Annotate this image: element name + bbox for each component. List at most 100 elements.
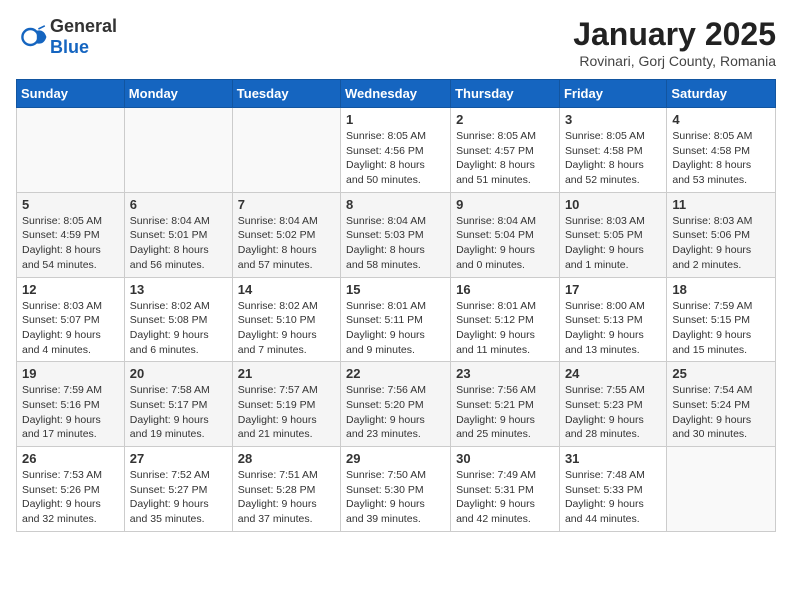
calendar-cell: 25 Sunrise: 7:54 AM Sunset: 5:24 PM Dayli… (667, 362, 776, 447)
calendar-cell: 4 Sunrise: 8:05 AM Sunset: 4:58 PM Daylig… (667, 108, 776, 193)
calendar-body: 1 Sunrise: 8:05 AM Sunset: 4:56 PM Daylig… (17, 108, 776, 532)
logo-blue-text: Blue (50, 37, 89, 57)
calendar-cell: 13Sunrise: 8:02 AM Sunset: 5:08 PM Dayli… (124, 277, 232, 362)
calendar-cell: 5Sunrise: 8:05 AM Sunset: 4:59 PM Daylig… (17, 192, 125, 277)
day-number: 16 (456, 282, 554, 297)
calendar-cell: 27 Sunrise: 7:52 AM Sunset: 5:27 PM Dayli… (124, 447, 232, 532)
calendar-week-3: 12Sunrise: 8:03 AM Sunset: 5:07 PM Dayli… (17, 277, 776, 362)
day-info: Sunrise: 8:02 AM Sunset: 5:08 PM Dayligh… (130, 299, 227, 358)
day-info: Sunrise: 7:55 AM Sunset: 5:23 PM Dayligh… (565, 383, 661, 442)
calendar-cell: 20Sunrise: 7:58 AM Sunset: 5:17 PM Dayli… (124, 362, 232, 447)
day-number: 17 (565, 282, 661, 297)
calendar-cell: 19 Sunrise: 7:59 AM Sunset: 5:16 PM Dayli… (17, 362, 125, 447)
day-info: Sunrise: 7:59 AM Sunset: 5:16 PM Dayligh… (22, 383, 119, 442)
day-number: 25 (672, 366, 770, 381)
day-info: Sunrise: 7:49 AM Sunset: 5:31 PM Dayligh… (456, 468, 554, 527)
calendar-cell: 26 Sunrise: 7:53 AM Sunset: 5:26 PM Dayli… (17, 447, 125, 532)
day-number: 27 (130, 451, 227, 466)
logo-icon (16, 21, 48, 53)
calendar-cell: 28 Sunrise: 7:51 AM Sunset: 5:28 PM Dayli… (232, 447, 340, 532)
day-number: 2 (456, 112, 554, 127)
calendar-cell: 8 Sunrise: 8:04 AM Sunset: 5:03 PM Daylig… (341, 192, 451, 277)
logo-general-text: General (50, 16, 117, 36)
calendar-cell: 31 Sunrise: 7:48 AM Sunset: 5:33 PM Dayli… (559, 447, 666, 532)
day-number: 21 (238, 366, 335, 381)
day-number: 12 (22, 282, 119, 297)
title-block: January 2025 Rovinari, Gorj County, Roma… (573, 16, 776, 69)
day-info: Sunrise: 7:56 AM Sunset: 5:20 PM Dayligh… (346, 383, 445, 442)
weekday-header-wednesday: Wednesday (341, 80, 451, 108)
weekday-header-sunday: Sunday (17, 80, 125, 108)
calendar-cell: 29Sunrise: 7:50 AM Sunset: 5:30 PM Dayli… (341, 447, 451, 532)
calendar-table: SundayMondayTuesdayWednesdayThursdayFrid… (16, 79, 776, 532)
calendar-cell: 3 Sunrise: 8:05 AM Sunset: 4:58 PM Daylig… (559, 108, 666, 193)
logo: General Blue (16, 16, 117, 58)
day-number: 30 (456, 451, 554, 466)
day-info: Sunrise: 8:05 AM Sunset: 4:58 PM Dayligh… (672, 129, 770, 188)
day-number: 22 (346, 366, 445, 381)
day-info: Sunrise: 7:52 AM Sunset: 5:27 PM Dayligh… (130, 468, 227, 527)
calendar-cell (124, 108, 232, 193)
day-number: 31 (565, 451, 661, 466)
day-number: 24 (565, 366, 661, 381)
calendar-header: SundayMondayTuesdayWednesdayThursdayFrid… (17, 80, 776, 108)
day-number: 18 (672, 282, 770, 297)
page-header: General Blue January 2025 Rovinari, Gorj… (16, 16, 776, 69)
calendar-cell: 11Sunrise: 8:03 AM Sunset: 5:06 PM Dayli… (667, 192, 776, 277)
calendar-cell: 9Sunrise: 8:04 AM Sunset: 5:04 PM Daylig… (451, 192, 560, 277)
calendar-cell (232, 108, 340, 193)
calendar-cell: 2 Sunrise: 8:05 AM Sunset: 4:57 PM Daylig… (451, 108, 560, 193)
day-info: Sunrise: 8:03 AM Sunset: 5:06 PM Dayligh… (672, 214, 770, 273)
day-info: Sunrise: 7:51 AM Sunset: 5:28 PM Dayligh… (238, 468, 335, 527)
calendar-cell: 6Sunrise: 8:04 AM Sunset: 5:01 PM Daylig… (124, 192, 232, 277)
day-info: Sunrise: 8:04 AM Sunset: 5:02 PM Dayligh… (238, 214, 335, 273)
day-info: Sunrise: 8:05 AM Sunset: 4:58 PM Dayligh… (565, 129, 661, 188)
day-info: Sunrise: 7:53 AM Sunset: 5:26 PM Dayligh… (22, 468, 119, 527)
day-number: 28 (238, 451, 335, 466)
day-number: 26 (22, 451, 119, 466)
calendar-cell: 15 Sunrise: 8:01 AM Sunset: 5:11 PM Dayli… (341, 277, 451, 362)
day-info: Sunrise: 7:57 AM Sunset: 5:19 PM Dayligh… (238, 383, 335, 442)
day-number: 6 (130, 197, 227, 212)
calendar-week-2: 5Sunrise: 8:05 AM Sunset: 4:59 PM Daylig… (17, 192, 776, 277)
day-info: Sunrise: 8:05 AM Sunset: 4:59 PM Dayligh… (22, 214, 119, 273)
day-info: Sunrise: 8:00 AM Sunset: 5:13 PM Dayligh… (565, 299, 661, 358)
day-info: Sunrise: 7:50 AM Sunset: 5:30 PM Dayligh… (346, 468, 445, 527)
day-number: 10 (565, 197, 661, 212)
day-number: 7 (238, 197, 335, 212)
calendar-cell: 24 Sunrise: 7:55 AM Sunset: 5:23 PM Dayli… (559, 362, 666, 447)
day-number: 15 (346, 282, 445, 297)
calendar-cell: 16 Sunrise: 8:01 AM Sunset: 5:12 PM Dayli… (451, 277, 560, 362)
weekday-header-monday: Monday (124, 80, 232, 108)
calendar-cell: 30 Sunrise: 7:49 AM Sunset: 5:31 PM Dayli… (451, 447, 560, 532)
day-info: Sunrise: 8:01 AM Sunset: 5:11 PM Dayligh… (346, 299, 445, 358)
day-info: Sunrise: 7:58 AM Sunset: 5:17 PM Dayligh… (130, 383, 227, 442)
day-info: Sunrise: 8:05 AM Sunset: 4:56 PM Dayligh… (346, 129, 445, 188)
day-info: Sunrise: 7:48 AM Sunset: 5:33 PM Dayligh… (565, 468, 661, 527)
day-number: 19 (22, 366, 119, 381)
day-info: Sunrise: 8:01 AM Sunset: 5:12 PM Dayligh… (456, 299, 554, 358)
weekday-header-row: SundayMondayTuesdayWednesdayThursdayFrid… (17, 80, 776, 108)
calendar-cell (667, 447, 776, 532)
day-info: Sunrise: 8:05 AM Sunset: 4:57 PM Dayligh… (456, 129, 554, 188)
calendar-cell: 21 Sunrise: 7:57 AM Sunset: 5:19 PM Dayli… (232, 362, 340, 447)
day-info: Sunrise: 8:04 AM Sunset: 5:03 PM Dayligh… (346, 214, 445, 273)
weekday-header-tuesday: Tuesday (232, 80, 340, 108)
day-info: Sunrise: 8:03 AM Sunset: 5:05 PM Dayligh… (565, 214, 661, 273)
weekday-header-thursday: Thursday (451, 80, 560, 108)
day-info: Sunrise: 8:02 AM Sunset: 5:10 PM Dayligh… (238, 299, 335, 358)
calendar-title: January 2025 (573, 16, 776, 53)
day-number: 3 (565, 112, 661, 127)
day-number: 4 (672, 112, 770, 127)
calendar-week-5: 26 Sunrise: 7:53 AM Sunset: 5:26 PM Dayli… (17, 447, 776, 532)
calendar-week-4: 19 Sunrise: 7:59 AM Sunset: 5:16 PM Dayli… (17, 362, 776, 447)
calendar-cell (17, 108, 125, 193)
calendar-cell: 12Sunrise: 8:03 AM Sunset: 5:07 PM Dayli… (17, 277, 125, 362)
day-number: 1 (346, 112, 445, 127)
calendar-cell: 1 Sunrise: 8:05 AM Sunset: 4:56 PM Daylig… (341, 108, 451, 193)
day-info: Sunrise: 7:54 AM Sunset: 5:24 PM Dayligh… (672, 383, 770, 442)
day-number: 8 (346, 197, 445, 212)
calendar-week-1: 1 Sunrise: 8:05 AM Sunset: 4:56 PM Daylig… (17, 108, 776, 193)
calendar-subtitle: Rovinari, Gorj County, Romania (573, 53, 776, 69)
weekday-header-saturday: Saturday (667, 80, 776, 108)
